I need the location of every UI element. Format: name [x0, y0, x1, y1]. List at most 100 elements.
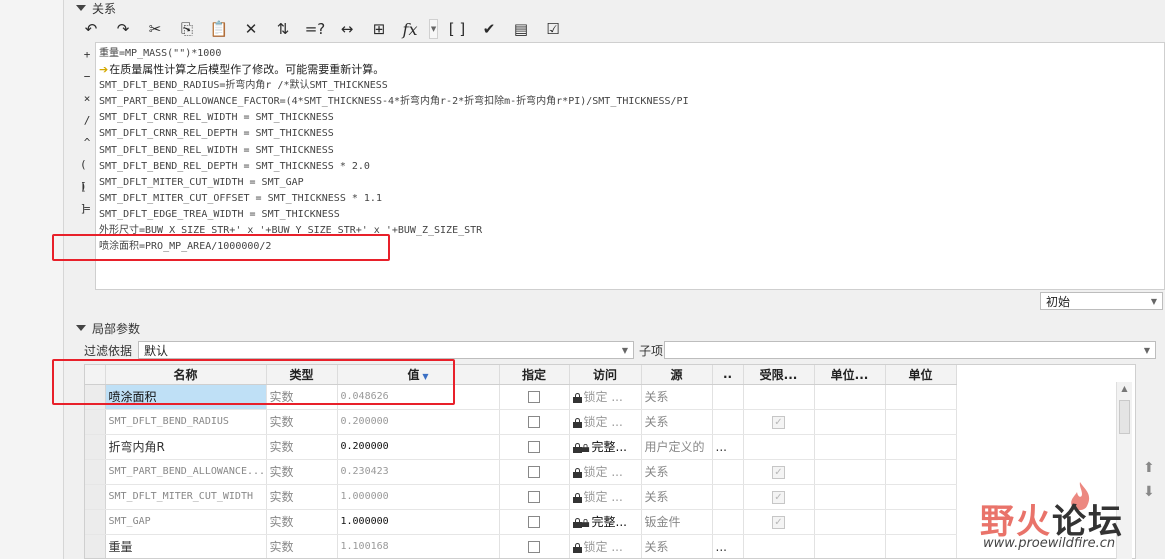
verify-icon[interactable]: ✔ [476, 18, 502, 40]
param-type-cell[interactable]: 实数 [266, 509, 338, 535]
extra-cell[interactable] [712, 484, 744, 510]
relation-line[interactable]: SMT_DFLT_CRNR_REL_WIDTH = SMT_THICKNESS [96, 110, 1164, 126]
param-value-cell[interactable]: 0.200000 [337, 409, 500, 435]
extra-cell[interactable]: ... [712, 534, 744, 558]
column-header[interactable]: 指定 [499, 365, 570, 385]
source-cell[interactable]: 关系 [641, 534, 713, 558]
column-header[interactable]: 单位... [814, 365, 886, 385]
row-header[interactable] [85, 459, 106, 485]
param-name-cell[interactable]: 折弯内角R [105, 434, 267, 460]
designate-cell[interactable] [499, 509, 570, 535]
extra-cell[interactable] [712, 459, 744, 485]
unit-category-cell[interactable] [814, 534, 886, 558]
cut-icon[interactable]: ✂ [142, 18, 168, 40]
restricted-cell[interactable] [743, 534, 815, 558]
param-name-cell[interactable]: SMT_PART_BEND_ALLOWANCE... [105, 459, 267, 485]
paste-icon[interactable]: 📋 [206, 18, 232, 40]
operator-button[interactable]: = [84, 198, 91, 220]
column-header[interactable]: 访问 [569, 365, 642, 385]
table-row[interactable]: SMT_GAP 实数 1.000000 完整... 钣金件 ✓ [85, 509, 957, 535]
table-row[interactable]: SMT_DFLT_MITER_CUT_WIDTH 实数 1.000000 锁定 ...… [85, 484, 957, 510]
restricted-checkbox[interactable]: ✓ [772, 515, 785, 529]
restricted-cell[interactable]: ✓ [743, 509, 815, 535]
local-params-icon[interactable]: ▤ [508, 18, 534, 40]
operator-button[interactable]: [ ] [80, 176, 94, 215]
table-row[interactable]: SMT_PART_BEND_ALLOWANCE... 实数 0.230423 锁定 .… [85, 459, 957, 485]
param-value-cell[interactable]: 0.230423 [337, 459, 500, 485]
designate-cell[interactable] [499, 459, 570, 485]
relation-line[interactable]: SMT_PART_BEND_ALLOWANCE_FACTOR=(4*SMT_TH… [96, 94, 1164, 110]
param-type-cell[interactable]: 实数 [266, 459, 338, 485]
relation-line[interactable]: SMT_DFLT_CRNR_REL_DEPTH = SMT_THICKNESS [96, 126, 1164, 142]
access-cell[interactable]: 锁定 ... [569, 384, 642, 410]
extra-cell[interactable] [712, 509, 744, 535]
param-name-cell[interactable]: SMT_DFLT_MITER_CUT_WIDTH [105, 484, 267, 510]
designate-checkbox[interactable] [528, 466, 540, 478]
restricted-cell[interactable]: ✓ [743, 459, 815, 485]
relation-line[interactable]: SMT_DFLT_BEND_RADIUS=折弯内角r /*默认SMT_THICK… [96, 78, 1164, 94]
relation-line[interactable]: SMT_DFLT_MITER_CUT_OFFSET = SMT_THICKNES… [96, 191, 1164, 207]
filter-select[interactable]: 默认 ▼ [138, 341, 634, 359]
unit-category-cell[interactable] [814, 409, 886, 435]
access-cell[interactable]: 锁定 ... [569, 484, 642, 510]
sort-param-icon[interactable]: ⇅ [270, 18, 296, 40]
delete-icon[interactable]: ✕ [238, 18, 264, 40]
unit-cell[interactable] [885, 534, 957, 558]
dimension-icon[interactable]: ↔ [334, 18, 360, 40]
access-cell[interactable]: 锁定 ... [569, 409, 642, 435]
unit-sensitivity-icon[interactable]: ⊞ [366, 18, 392, 40]
relations-section-header[interactable]: 关系 [76, 0, 116, 16]
designate-checkbox[interactable] [528, 541, 540, 553]
relation-line[interactable]: SMT_DFLT_BEND_REL_WIDTH = SMT_THICKNESS [96, 143, 1164, 159]
relation-line[interactable]: SMT_DFLT_BEND_REL_DEPTH = SMT_THICKNESS … [96, 159, 1164, 175]
source-cell[interactable]: 钣金件 [641, 509, 713, 535]
unit-cell[interactable] [885, 484, 957, 510]
param-name-cell[interactable]: SMT_GAP [105, 509, 267, 535]
row-header[interactable] [85, 409, 106, 435]
operator-button[interactable]: × [84, 88, 91, 110]
column-header[interactable]: 受限... [743, 365, 815, 385]
scroll-up-icon[interactable]: ▲ [1117, 382, 1132, 396]
param-type-cell[interactable]: 实数 [266, 434, 338, 460]
unit-cell[interactable] [885, 409, 957, 435]
param-value-cell[interactable]: 1.100168 [337, 534, 500, 558]
local-params-section-header[interactable]: 局部参数 [76, 320, 140, 336]
scrollbar-thumb[interactable] [1119, 400, 1130, 434]
restricted-checkbox[interactable]: ✓ [772, 490, 785, 504]
state-select[interactable]: 初始 ▼ [1040, 292, 1163, 310]
param-value-cell[interactable]: 1.000000 [337, 484, 500, 510]
designate-cell[interactable] [499, 384, 570, 410]
relation-line[interactable]: SMT_DFLT_MITER_CUT_WIDTH = SMT_GAP [96, 175, 1164, 191]
access-cell[interactable]: 锁定 ... [569, 534, 642, 558]
redo-icon[interactable]: ↷ [110, 18, 136, 40]
designate-checkbox[interactable] [528, 441, 540, 453]
operator-button[interactable]: − [84, 66, 91, 88]
move-up-icon[interactable]: ⬆ [1143, 460, 1155, 476]
column-header[interactable]: .. [712, 365, 744, 385]
child-select[interactable]: ▼ [664, 341, 1156, 359]
extra-cell[interactable]: ... [712, 434, 744, 460]
source-cell[interactable]: 关系 [641, 384, 713, 410]
unit-cell[interactable] [885, 459, 957, 485]
source-cell[interactable]: 用户定义的 [641, 434, 713, 460]
designate-cell[interactable] [499, 484, 570, 510]
designate-cell[interactable] [499, 534, 570, 558]
access-cell[interactable]: 完整... [569, 434, 642, 460]
restricted-cell[interactable]: ✓ [743, 484, 815, 510]
source-cell[interactable]: 关系 [641, 459, 713, 485]
table-row[interactable]: 折弯内角R 实数 0.200000 完整... 用户定义的... [85, 434, 957, 460]
param-value-cell[interactable]: 1.000000 [337, 509, 500, 535]
table-row[interactable]: SMT_DFLT_BEND_RADIUS 实数 0.200000 锁定 ... 关系 ✓ [85, 409, 957, 435]
unit-category-cell[interactable] [814, 509, 886, 535]
source-cell[interactable]: 关系 [641, 409, 713, 435]
row-header[interactable] [85, 534, 106, 558]
unit-cell[interactable] [885, 384, 957, 410]
relation-line[interactable]: SMT_DFLT_EDGE_TREA_WIDTH = SMT_THICKNESS [96, 207, 1164, 223]
checklist-icon[interactable]: ☑ [540, 18, 566, 40]
operator-button[interactable]: + [84, 44, 91, 66]
column-header[interactable]: 单位 [885, 365, 957, 385]
brackets-icon[interactable]: [ ] [444, 18, 470, 40]
row-header[interactable] [85, 484, 106, 510]
operator-button[interactable]: ( ) [80, 154, 94, 193]
unit-category-cell[interactable] [814, 384, 886, 410]
